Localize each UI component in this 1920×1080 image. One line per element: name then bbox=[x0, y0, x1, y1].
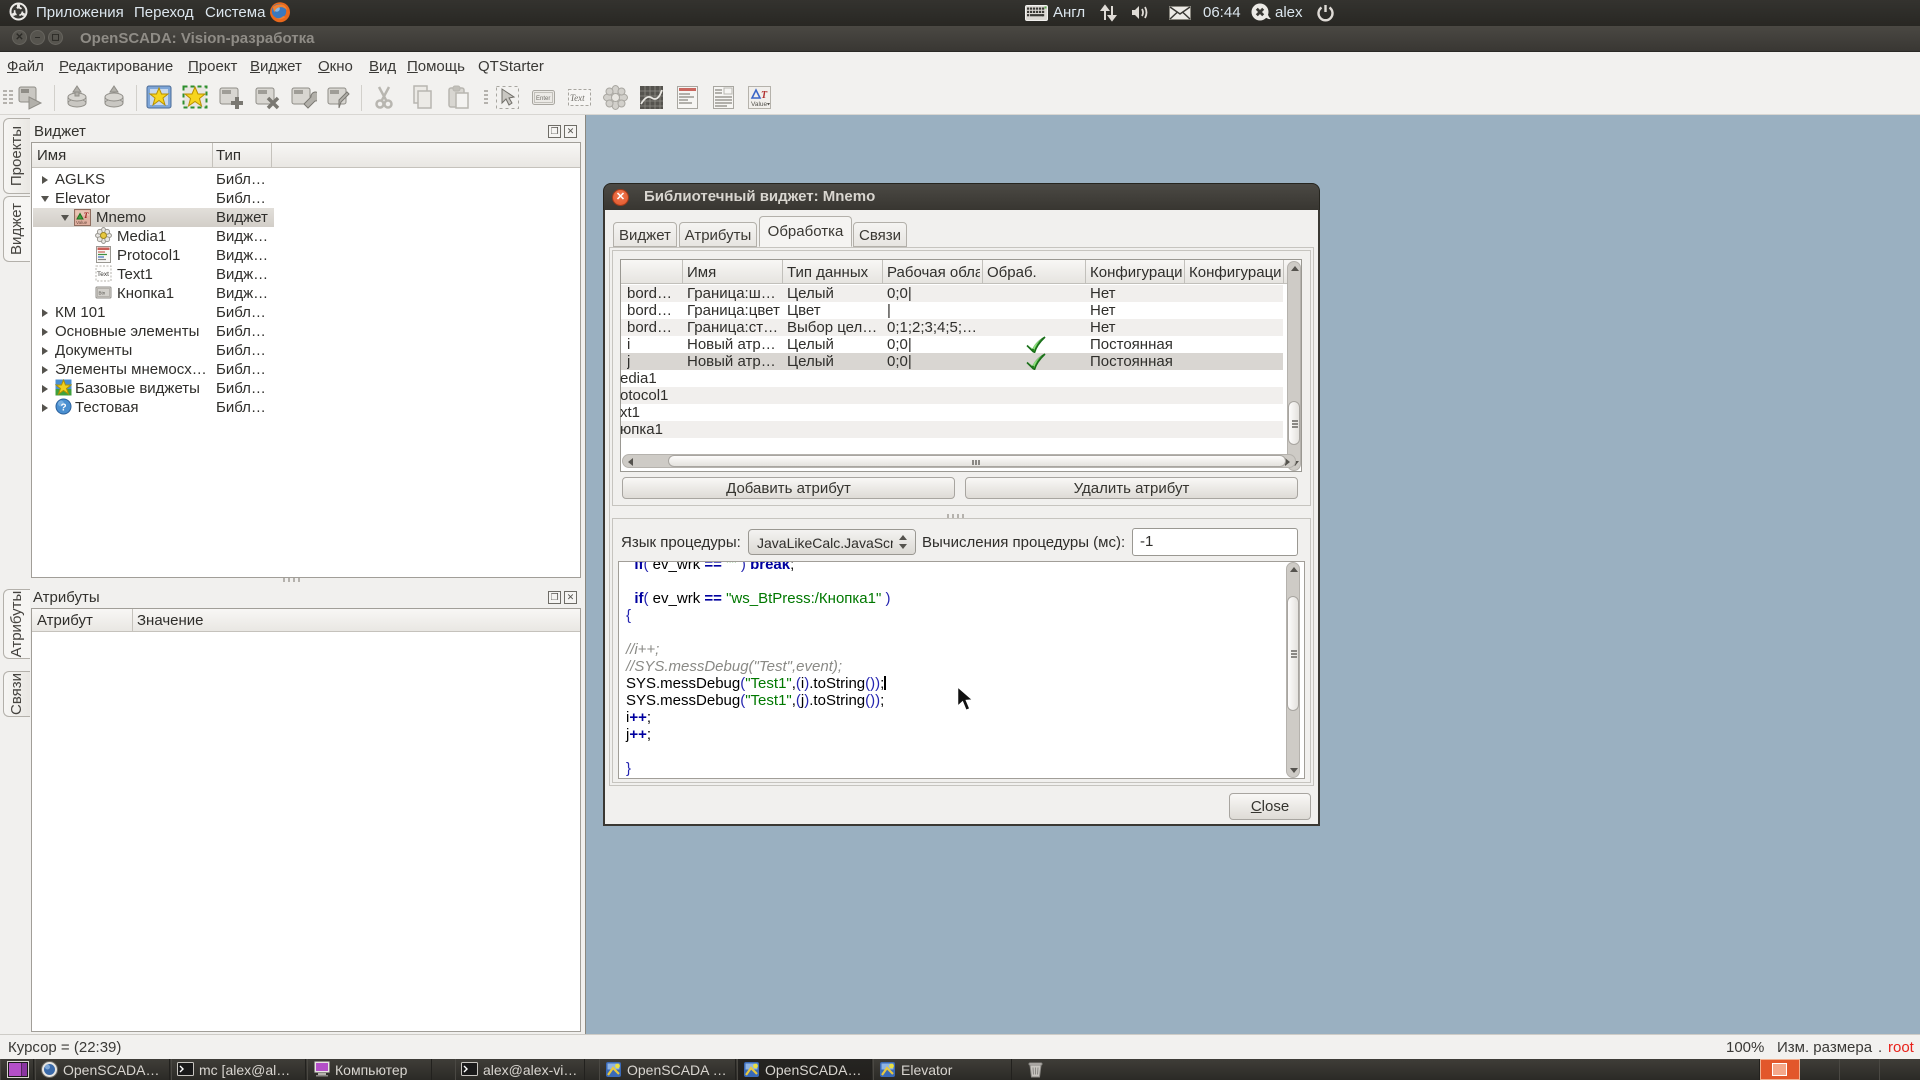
svg-text:Text: Text bbox=[570, 93, 585, 103]
svg-text:?: ? bbox=[61, 403, 67, 414]
svg-text:T: T bbox=[761, 90, 768, 101]
svg-text:Btn: Btn bbox=[99, 291, 106, 296]
svg-text:Text: Text bbox=[97, 271, 109, 278]
svg-text:Value: Value bbox=[76, 220, 88, 225]
svg-text:Enter: Enter bbox=[536, 96, 550, 102]
svg-text:Value: Value bbox=[751, 101, 768, 108]
